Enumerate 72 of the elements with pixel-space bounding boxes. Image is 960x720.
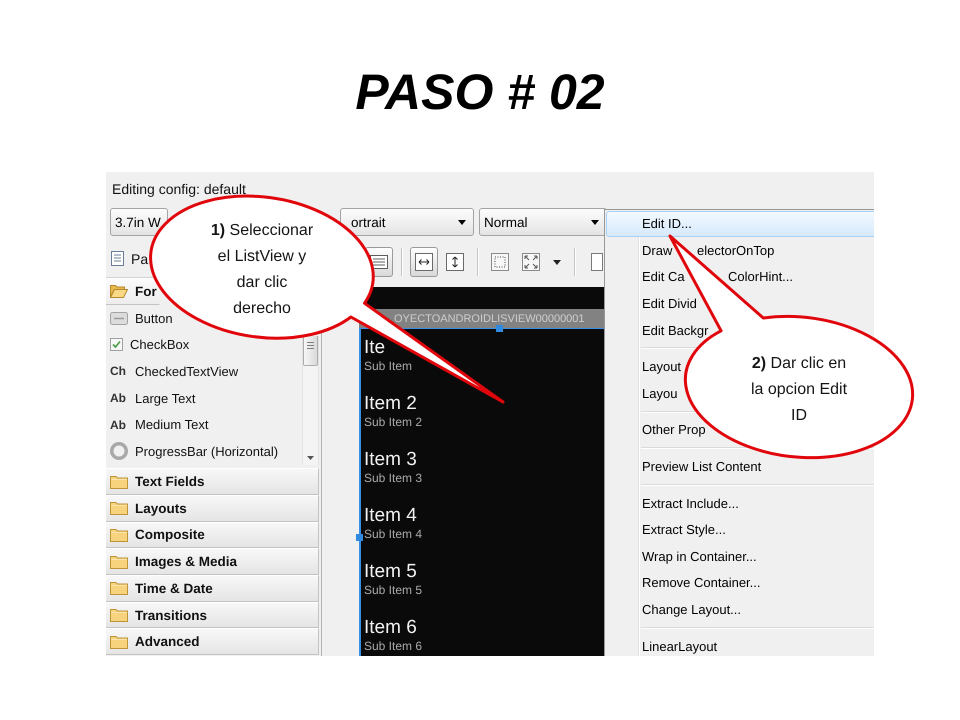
checkbox-icon: [110, 338, 123, 352]
menu-item[interactable]: Extract Include...: [606, 490, 744, 516]
menu-item[interactable]: Change Layout...: [606, 596, 746, 623]
menu-item[interactable]: Preview List Content: [606, 453, 766, 480]
palette-item[interactable]: Ch CheckedTextView: [106, 358, 240, 385]
caret-icon: [553, 260, 561, 264]
list-item-title: Item 4: [364, 505, 417, 527]
category-header[interactable]: For: [106, 278, 160, 305]
callout-text: 1) Seleccionar el ListView y dar clic derecho: [210, 221, 314, 319]
resize-handle-icon[interactable]: [356, 534, 363, 541]
list-item-title: Item 3: [364, 449, 417, 471]
menu-item[interactable]: Extract Style...: [606, 516, 731, 544]
scrollbar[interactable]: [302, 336, 319, 465]
resize-handle-icon[interactable]: [496, 325, 503, 332]
menu-item[interactable]: LinearLayout: [606, 632, 722, 656]
scrollbar-thumb[interactable]: [303, 336, 318, 366]
menu-item[interactable]: Layout: [606, 353, 686, 380]
dropdown[interactable]: Normal: [479, 208, 607, 236]
category-header[interactable]: Time & Date: [106, 575, 319, 602]
palette-item[interactable]: Ab Large Text: [106, 384, 198, 412]
category-header[interactable]: Images & Media: [106, 548, 319, 576]
glyph-icon: Ab: [110, 418, 128, 432]
slide-title: PASO # 02: [355, 63, 605, 122]
ring-icon: [110, 442, 128, 460]
config-label: Editing config: default: [112, 180, 246, 198]
list-item-subtitle: Sub Item 2: [364, 415, 422, 429]
menu-item[interactable]: Layou: [606, 380, 682, 407]
glyph-icon: Ch: [110, 364, 128, 378]
menu-item[interactable]: Edit Backgr: [606, 316, 714, 344]
category-header[interactable]: Transitions: [106, 602, 319, 628]
palette-item[interactable]: CheckBox: [106, 331, 192, 358]
menu-item[interactable]: Other Prop: [606, 416, 711, 444]
vertical-arrows-icon: [446, 253, 464, 271]
list-item-title: Item 5: [364, 561, 417, 583]
list-item-subtitle: Sub Item 6: [364, 639, 422, 653]
list-item-title: Ite: [364, 337, 386, 359]
down-arrow-icon[interactable]: [307, 456, 314, 460]
dropdown[interactable]: ortrait: [340, 208, 474, 236]
caret-icon: [458, 220, 466, 224]
menu-item[interactable]: Edit Ca ColorHint...: [606, 264, 798, 290]
category-header[interactable]: Layouts: [106, 494, 319, 522]
menu-item[interactable]: Edit Divid: [606, 290, 702, 317]
list-icon: [370, 255, 388, 269]
expand-icon: [522, 253, 540, 271]
category-header[interactable]: Composite: [106, 522, 319, 548]
menu-item[interactable]: Remove Container...: [606, 570, 766, 596]
category-header[interactable]: Advanced: [106, 628, 319, 656]
app-title: OYECTOANDROIDLISVIEW00000001: [394, 312, 585, 324]
list-item-title: Item 2: [364, 393, 417, 415]
menu-item[interactable]: Wrap in Container...: [606, 543, 762, 570]
menu-item[interactable]: Edit ID...: [606, 210, 874, 238]
list-item-subtitle: Sub Item: [364, 359, 412, 373]
palette-item[interactable]: Ab Medium Text: [106, 411, 210, 438]
dropdown[interactable]: 3.7in W: [110, 208, 168, 236]
palette-title: Pa: [131, 250, 148, 266]
dotted-square-icon: [491, 253, 509, 271]
list-item-subtitle: Sub Item 3: [364, 471, 422, 485]
list-item-title: Item 6: [364, 617, 417, 639]
palette-item[interactable]: Button: [106, 304, 175, 332]
palette-item[interactable]: ProgressBar (Horizontal): [106, 438, 280, 465]
toolbar-button[interactable]: [410, 247, 438, 277]
caret-icon: [591, 220, 599, 224]
list-item-subtitle: Sub Item 5: [364, 583, 422, 597]
list-item-subtitle: Sub Item 4: [364, 527, 422, 541]
category-header[interactable]: Text Fields: [106, 468, 319, 495]
glyph-icon: Ab: [110, 391, 128, 406]
document-icon: [111, 251, 124, 266]
menu-item[interactable]: Draw electorOnTop: [606, 237, 780, 264]
button-icon: [110, 312, 128, 325]
rectangle-icon: [591, 253, 603, 271]
callout-text: 2) Dar clic en la opcion Edit ID: [750, 354, 848, 426]
horizontal-arrows-icon: [415, 253, 433, 271]
